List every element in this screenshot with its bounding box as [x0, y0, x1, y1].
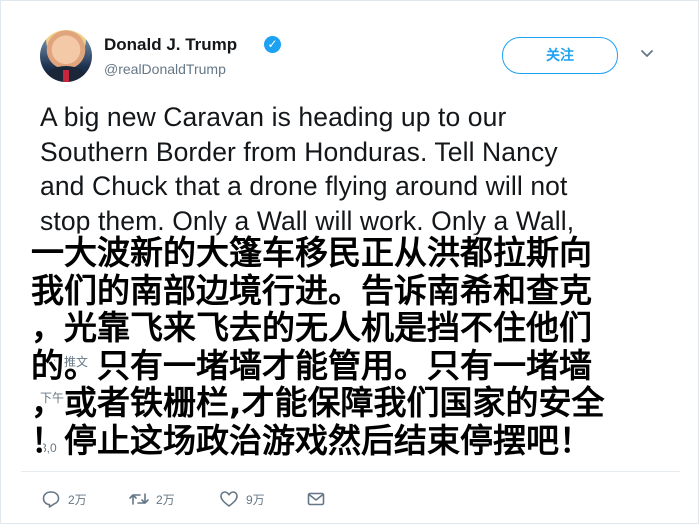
reply-button[interactable]: 2万	[40, 488, 87, 510]
author-name[interactable]: Donald J. Trump	[104, 35, 237, 55]
chinese-caption: 一大波新的大篷车移民正从洪都拉斯向 我们的南部边境行进。告诉南希和查克 ，光靠飞…	[31, 234, 671, 459]
retweet-button[interactable]: 2万	[128, 488, 175, 510]
caption-line: ，或者铁栅栏,才能保障我们国家的安全	[31, 383, 605, 422]
chevron-down-icon[interactable]	[638, 46, 656, 64]
avatar[interactable]	[40, 30, 92, 82]
tweet-line: Southern Border from Honduras. Tell Nanc…	[40, 136, 558, 167]
caption-line: 的。只有一堵墙才能管用。只有一堵墙	[31, 345, 592, 385]
like-count: 9万	[246, 492, 265, 507]
caption-line: ！停止这场政治游戏然后结束停摆吧！	[31, 420, 592, 460]
tweet-line: and Chuck that a drone flying around wil…	[40, 171, 568, 201]
follow-button[interactable]: 关注	[502, 37, 618, 74]
divider	[21, 471, 680, 472]
envelope-icon	[305, 488, 327, 510]
tweet-card: Donald J. Trump ✓ @realDonaldTrump 关注 A …	[0, 0, 699, 524]
reply-icon	[40, 488, 62, 510]
author-handle[interactable]: @realDonaldTrump	[104, 61, 226, 77]
retweet-count: 2万	[156, 492, 175, 507]
caption-line: 我们的南部边境行进。告诉南希和查克	[31, 270, 592, 310]
caption-line: ，光靠飞来飞去的无人机是挡不住他们	[31, 308, 592, 347]
tweet-line: A big new Caravan is heading up to our	[40, 102, 507, 132]
caption-line: 一大波新的大篷车移民正从洪都拉斯向	[31, 233, 592, 272]
avatar-tie	[63, 70, 69, 82]
tweet-text: A big new Caravan is heading up to our S…	[40, 100, 670, 238]
verified-badge-icon: ✓	[264, 36, 281, 53]
reply-count: 2万	[68, 492, 87, 507]
message-button[interactable]	[305, 488, 333, 510]
like-button[interactable]: 9万	[218, 488, 265, 510]
retweet-icon	[128, 488, 150, 510]
heart-icon	[218, 488, 240, 510]
